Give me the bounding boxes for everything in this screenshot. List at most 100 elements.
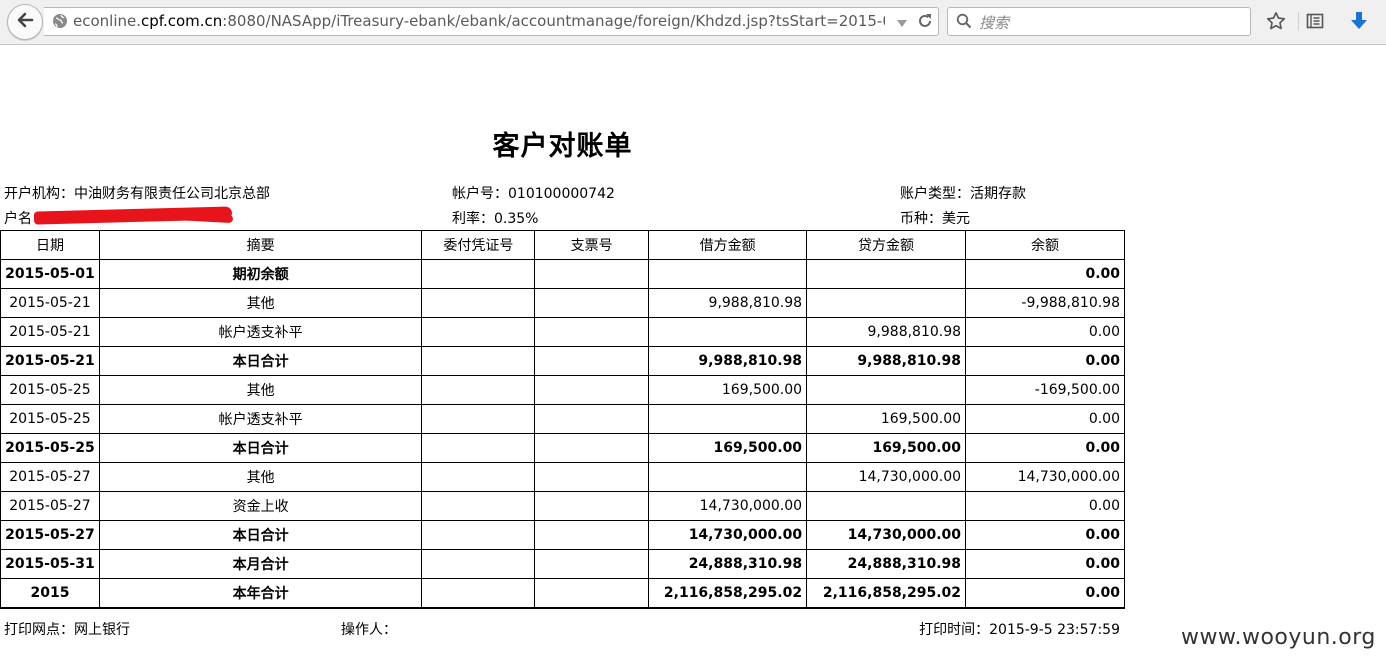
cell-debit: 14,730,000.00 (648, 491, 808, 521)
table-header-row: 日期 摘要 委付凭证号 支票号 借方金额 贷方金额 余额 (0, 230, 1125, 260)
table-row: 2015-05-21 其他 9,988,810.98 -9,988,810.98 (0, 288, 1125, 318)
cell-debit (648, 317, 808, 347)
cell-summary: 帐户透支补平 (98, 317, 423, 347)
cell-balance: -169,500.00 (965, 375, 1125, 405)
info-currency: 币种：美元 (900, 211, 970, 227)
back-button[interactable] (7, 4, 43, 40)
table-row: 2015-05-27 其他 14,730,000.00 14,730,000.00 (0, 462, 1125, 492)
table-row: 2015-05-27 资金上收 14,730,000.00 0.00 (0, 491, 1125, 521)
cell-date: 2015-05-31 (0, 549, 100, 579)
cell-date: 2015-05-01 (0, 259, 100, 289)
toolbar-divider (1298, 12, 1299, 30)
cell-credit: 2,116,858,295.02 (806, 578, 967, 609)
cell-voucher (421, 549, 536, 579)
cell-cheque (534, 259, 650, 289)
info-account-no: 帐户号：010100000742 (452, 186, 615, 202)
url-bar[interactable]: econline.cpf.com.cn:8080/NASApp/iTreasur… (44, 7, 939, 36)
cell-cheque (534, 491, 650, 521)
back-arrow-icon (16, 11, 34, 33)
cell-credit: 24,888,310.98 (806, 549, 967, 579)
cell-summary: 其他 (98, 375, 423, 405)
table-row: 2015-05-01 期初余额 0.00 (0, 259, 1125, 289)
page-title: 客户对账单 (492, 131, 633, 162)
url-text[interactable]: econline.cpf.com.cn:8080/NASApp/iTreasur… (73, 12, 885, 30)
cell-voucher (421, 578, 536, 609)
cell-debit: 169,500.00 (648, 433, 808, 463)
reload-icon[interactable] (916, 12, 934, 34)
cell-debit (648, 404, 808, 434)
cell-debit: 24,888,310.98 (648, 549, 808, 579)
dropdown-arrow-icon[interactable] (896, 14, 908, 33)
url-prefix: econline. (73, 12, 141, 30)
column-header-cheque: 支票号 (534, 230, 650, 260)
cell-debit: 14,730,000.00 (648, 520, 808, 550)
cell-summary: 本日合计 (98, 433, 423, 463)
cell-date: 2015-05-27 (0, 520, 100, 550)
cell-credit: 169,500.00 (806, 433, 967, 463)
cell-date: 2015-05-21 (0, 346, 100, 376)
cell-summary: 本日合计 (98, 346, 423, 376)
cell-balance: 0.00 (965, 259, 1125, 289)
column-header-credit: 贷方金额 (806, 230, 967, 260)
table-row: 2015-05-25 本日合计 169,500.00 169,500.00 0.00 (0, 433, 1125, 463)
cell-debit (648, 259, 808, 289)
cell-debit (648, 462, 808, 492)
reading-list-icon[interactable] (1304, 10, 1326, 32)
cell-date: 2015-05-27 (0, 491, 100, 521)
cell-balance: -9,988,810.98 (965, 288, 1125, 318)
table-row: 2015-05-31 本月合计 24,888,310.98 24,888,310.98… (0, 549, 1125, 579)
table-row: 2015-05-21 帐户透支补平 9,988,810.98 0.00 (0, 317, 1125, 347)
search-icon (956, 13, 972, 33)
cell-voucher (421, 288, 536, 318)
cell-balance: 0.00 (965, 433, 1125, 463)
cell-cheque (534, 578, 650, 609)
cell-summary: 本月合计 (98, 549, 423, 579)
cell-voucher (421, 433, 536, 463)
table-row: 2015 本年合计 2,116,858,295.02 2,116,858,295.02… (0, 578, 1125, 609)
cell-balance: 0.00 (965, 346, 1125, 376)
cell-credit: 9,988,810.98 (806, 317, 967, 347)
cell-credit (806, 491, 967, 521)
column-header-debit: 借方金额 (648, 230, 808, 260)
cell-credit (806, 259, 967, 289)
download-arrow-icon[interactable] (1348, 10, 1370, 32)
search-bar[interactable]: 搜索 (947, 7, 1251, 36)
cell-debit: 2,116,858,295.02 (648, 578, 808, 609)
watermark: www.wooyun.org (1181, 625, 1376, 650)
cell-voucher (421, 520, 536, 550)
statement-table: 日期 摘要 委付凭证号 支票号 借方金额 贷方金额 余额 2015-05-01 期… (0, 230, 1125, 609)
column-header-date: 日期 (0, 230, 100, 260)
cell-balance: 0.00 (965, 549, 1125, 579)
table-row: 2015-05-27 本日合计 14,730,000.00 14,730,000.00… (0, 520, 1125, 550)
cell-credit: 9,988,810.98 (806, 346, 967, 376)
column-header-balance: 余额 (965, 230, 1125, 260)
cell-cheque (534, 462, 650, 492)
search-input[interactable]: 搜索 (979, 12, 1009, 33)
cell-date: 2015-05-25 (0, 433, 100, 463)
cell-voucher (421, 462, 536, 492)
cell-balance: 0.00 (965, 317, 1125, 347)
cell-credit (806, 375, 967, 405)
cell-date: 2015-05-25 (0, 375, 100, 405)
cell-summary: 帐户透支补平 (98, 404, 423, 434)
info-org: 开户机构：中油财务有限责任公司北京总部 (4, 186, 270, 202)
url-rest: :8080/NASApp/iTreasury-ebank/ebank/accou… (222, 12, 885, 30)
cell-voucher (421, 317, 536, 347)
cell-cheque (534, 317, 650, 347)
cell-balance: 0.00 (965, 404, 1125, 434)
cell-date: 2015-05-25 (0, 404, 100, 434)
cell-date: 2015-05-27 (0, 462, 100, 492)
cell-date: 2015-05-21 (0, 317, 100, 347)
cell-credit (806, 288, 967, 318)
cell-balance: 0.00 (965, 578, 1125, 609)
bookmark-star-icon[interactable] (1265, 10, 1287, 32)
footer-print-point: 打印网点：网上银行 (4, 622, 130, 638)
table-row: 2015-05-25 帐户透支补平 169,500.00 0.00 (0, 404, 1125, 434)
table-row: 2015-05-25 其他 169,500.00 -169,500.00 (0, 375, 1125, 405)
cell-balance: 0.00 (965, 520, 1125, 550)
cell-date: 2015-05-21 (0, 288, 100, 318)
cell-summary: 期初余额 (98, 259, 423, 289)
footer-operator: 操作人： (341, 622, 397, 638)
cell-balance: 14,730,000.00 (965, 462, 1125, 492)
cell-summary: 其他 (98, 462, 423, 492)
